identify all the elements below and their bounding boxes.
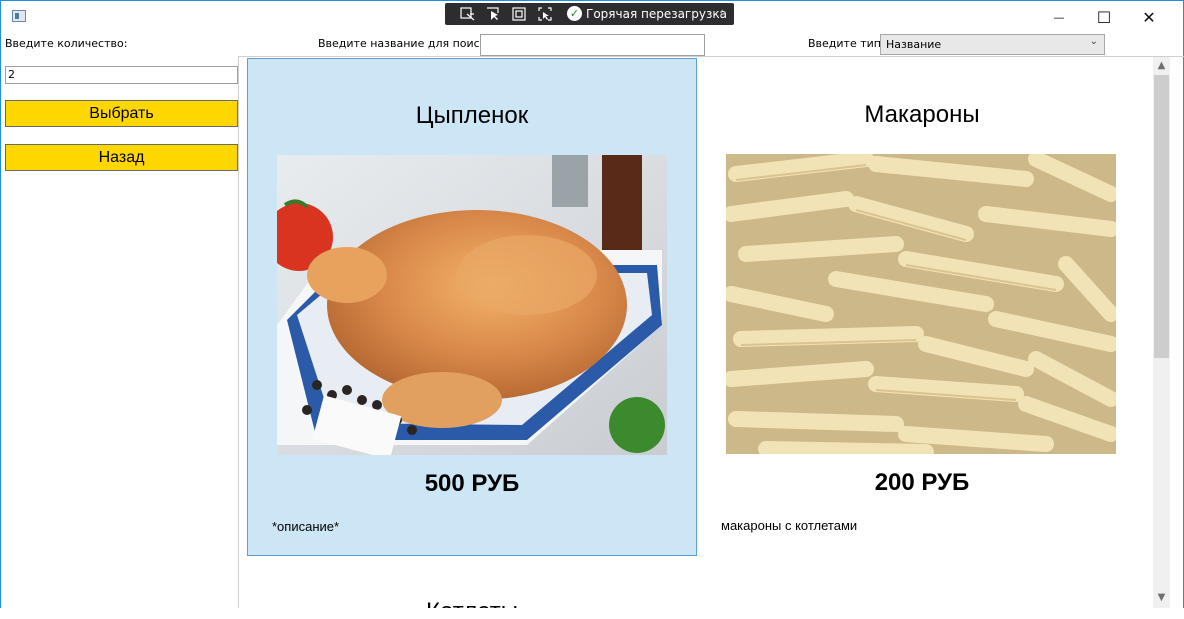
scroll-down-icon[interactable]: ▼: [1153, 592, 1170, 603]
collapse-chevron-icon[interactable]: ‹: [719, 5, 724, 20]
product-name-partial: Котлеты: [247, 598, 697, 608]
hot-reload-label[interactable]: Горячая перезагрузка: [586, 7, 727, 21]
product-price: 500 РУБ: [424, 470, 520, 497]
product-description: макароны с котлетами: [721, 518, 858, 533]
quantity-input[interactable]: 2: [5, 66, 238, 84]
minimize-icon: —: [1053, 10, 1065, 24]
next-product-clip: Котлеты: [247, 590, 697, 608]
scrollbar-thumb[interactable]: [1154, 75, 1169, 358]
product-image-chicken: [277, 155, 667, 455]
close-button[interactable]: ✕: [1126, 1, 1172, 33]
product-name: Цыпленок: [415, 102, 529, 129]
live-visual-tree-icon[interactable]: [459, 7, 475, 21]
quantity-label: Введите количество:: [5, 37, 128, 50]
hot-reload-check-icon: ✓: [567, 6, 582, 21]
select-button[interactable]: Выбрать: [5, 100, 238, 127]
maximize-button[interactable]: ☐: [1081, 1, 1127, 33]
panel-divider: [238, 56, 239, 608]
type-select[interactable]: Название ⌄: [880, 34, 1105, 55]
select-element-icon[interactable]: [485, 7, 501, 21]
display-adorner-icon[interactable]: [511, 7, 527, 21]
back-button[interactable]: Назад: [5, 144, 238, 171]
close-icon: ✕: [1142, 7, 1156, 27]
type-select-value: Название: [886, 38, 942, 51]
xaml-debug-toolbar: ✓ Горячая перезагрузка ‹: [445, 3, 734, 25]
maximize-icon: ☐: [1096, 7, 1112, 27]
list-border: [239, 56, 1184, 57]
product-image-pasta: [726, 154, 1116, 454]
search-input[interactable]: [480, 34, 705, 56]
product-description: *описание*: [272, 519, 340, 534]
chevron-down-icon: ⌄: [1089, 36, 1098, 47]
minimize-button[interactable]: —: [1036, 1, 1082, 33]
window-bottom-edge: [0, 608, 1184, 619]
product-price: 200 РУБ: [874, 469, 970, 496]
search-label: Введите название для поиска: [318, 37, 494, 50]
type-label: Введите тип:: [808, 37, 885, 50]
product-card[interactable]: Цыпленок 500 РУБ *описание*: [247, 58, 697, 556]
product-name: Макароны: [864, 101, 980, 128]
product-card[interactable]: Макароны 200 РУБ макароны с котлетами: [697, 58, 1147, 556]
scroll-up-icon[interactable]: ▲: [1153, 60, 1170, 71]
track-focus-icon[interactable]: [537, 7, 553, 21]
app-window-icon: [12, 10, 26, 22]
